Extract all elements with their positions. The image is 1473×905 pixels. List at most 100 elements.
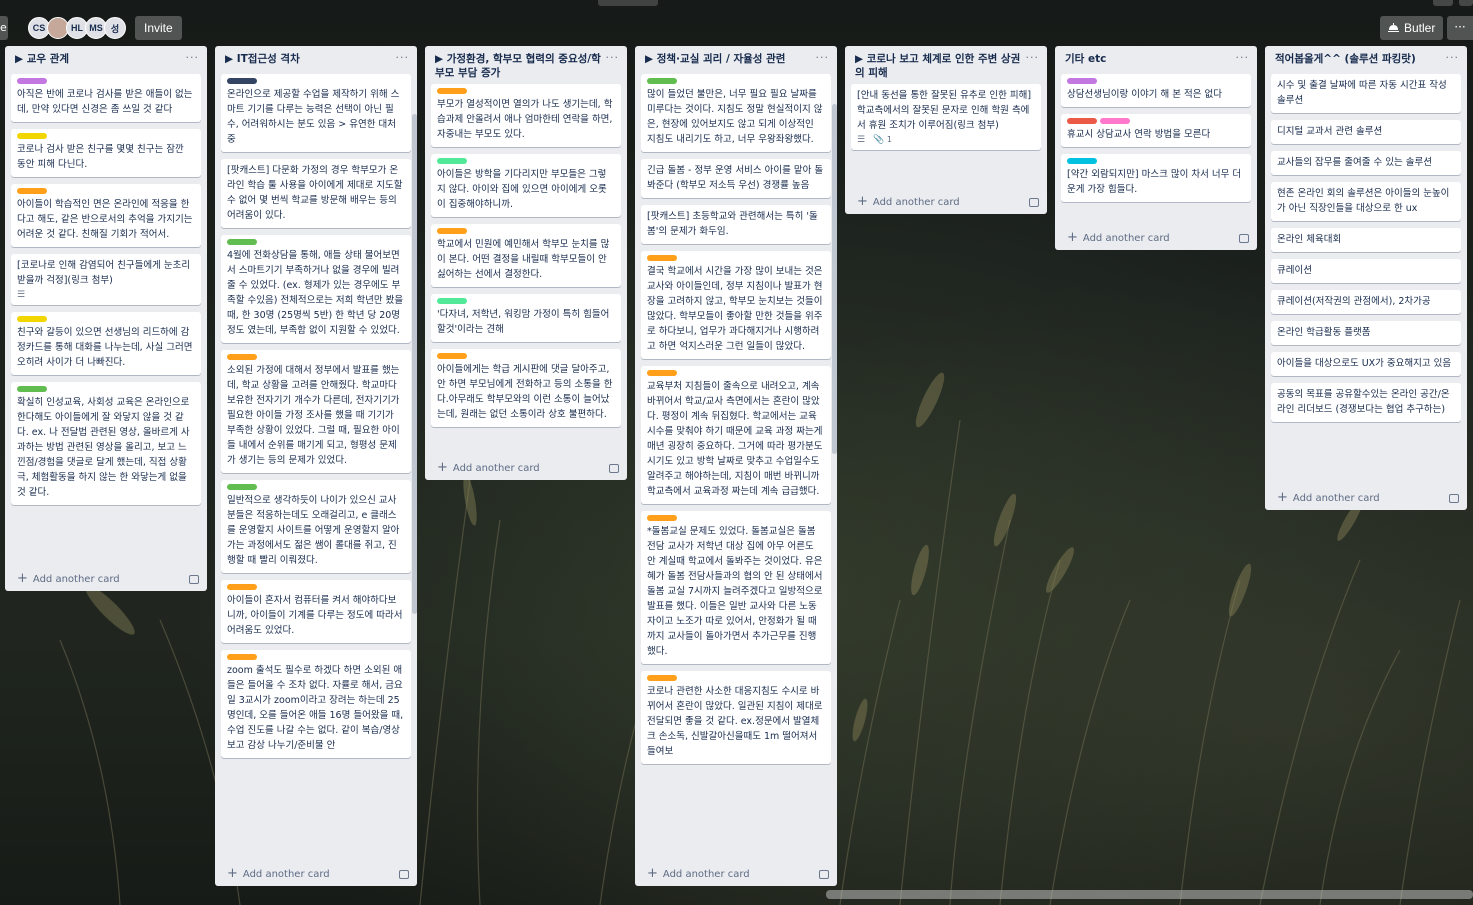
card-template-icon[interactable] (189, 574, 199, 584)
label-green[interactable] (227, 484, 257, 490)
card[interactable]: 코로나 관련한 사소한 대응지침도 수시로 바뀌어서 혼란이 많았다. 일관된 … (641, 671, 831, 764)
card-template-icon[interactable] (399, 869, 409, 879)
notification-stub[interactable] (1433, 0, 1453, 6)
card[interactable]: 코로나 검사 받은 친구를 몇몇 친구는 잠깐 동안 피해 다닌다. (11, 129, 201, 177)
label-orange[interactable] (227, 654, 257, 660)
card[interactable]: 큐레이션 (1271, 259, 1461, 283)
list-menu-icon[interactable]: ··· (816, 52, 830, 64)
butler-button[interactable]: Butler (1380, 16, 1444, 40)
card[interactable]: 아이들이 학습적인 면은 온라인에 적응을 한다고 해도, 같은 반으로서의 추… (11, 184, 201, 247)
card-template-icon[interactable] (1449, 493, 1459, 503)
add-card-button[interactable]: + Add another card (1067, 231, 1170, 244)
card[interactable]: 확실히 인성교육, 사회성 교육은 온라인으로 한다해도 아이들에게 잘 와닿지… (11, 382, 201, 505)
add-card-button[interactable]: + Add another card (17, 572, 120, 585)
label-navy[interactable] (227, 78, 257, 84)
list-menu-icon[interactable]: ··· (396, 52, 410, 64)
card[interactable]: [약간 외람되지만] 마스크 많이 차서 너무 더운게 가장 힘들다. (1061, 154, 1251, 202)
label-green[interactable] (17, 386, 47, 392)
label-orange[interactable] (647, 515, 677, 521)
card[interactable]: 부모가 열성적이면 열의가 나도 생기는데, 학습과제 안올려서 애나 엄마한테… (431, 84, 621, 147)
list[interactable]: 적어봅올게^^ (솔루션 파킹랏) ··· 시수 및 출결 날짜에 따른 자동 시간… (1265, 46, 1467, 510)
list-header[interactable]: ▶ 정책·교실 괴리 / 자율성 관련 ··· (635, 46, 837, 74)
add-card-button[interactable]: + Add another card (227, 867, 330, 880)
card[interactable]: 디지털 교과서 관련 솔루션 (1271, 120, 1461, 144)
card[interactable]: 소외된 가정에 대해서 정부에서 발표를 했는데, 학교 상황을 고려를 안해줬… (221, 350, 411, 473)
label-mint[interactable] (437, 158, 467, 164)
label-mint[interactable] (437, 298, 467, 304)
list-title[interactable]: 기타 etc (1065, 52, 1236, 66)
list-header[interactable]: ▶ 코로나 보고 체계로 인한 주변 상권의 피해 ··· (845, 46, 1047, 84)
card[interactable]: '다자녀, 저학년, 워킹맘 가정이 특히 힘들어할것'이라는 견해 (431, 294, 621, 342)
horizontal-scrollbar[interactable] (826, 890, 1473, 899)
add-card-button[interactable]: + Add another card (437, 461, 540, 474)
list-menu-icon[interactable]: ··· (1446, 52, 1460, 64)
label-orange[interactable] (647, 255, 677, 261)
card-template-icon[interactable] (1239, 233, 1249, 243)
list-header[interactable]: ▶ 교우 관계 ··· (5, 46, 207, 74)
label-yellow[interactable] (17, 316, 47, 322)
list-menu-icon[interactable]: ··· (1026, 52, 1040, 64)
card[interactable]: 친구와 갈등이 있으면 선생님의 리드하에 감정카드를 통해 대화를 나누는데,… (11, 312, 201, 375)
card[interactable]: [팟캐스트] 다문화 가정의 경우 학부모가 온라인 학습 툴 사용을 아이에게… (221, 159, 411, 228)
list-menu-icon[interactable]: ··· (1236, 52, 1250, 64)
label-green[interactable] (227, 239, 257, 245)
card[interactable]: 많이 들었던 불만은, 너무 필요 필요 날짜를 미루다는 것이다. 지침도 정… (641, 74, 831, 152)
label-orange[interactable] (437, 88, 467, 94)
card[interactable]: 시수 및 출결 날짜에 따른 자동 시간표 작성 솔루션 (1271, 74, 1461, 113)
card-template-icon[interactable] (1029, 197, 1039, 207)
card[interactable]: 아이들은 방학을 기다리지만 부모들은 그렇지 않다. 아이와 집에 있으면 아… (431, 154, 621, 217)
card[interactable]: 큐레이션(저작권의 관점에서), 2차가공 (1271, 290, 1461, 314)
label-orange[interactable] (647, 370, 677, 376)
card[interactable]: 온라인 학급활동 플랫폼 (1271, 321, 1461, 345)
label-green[interactable] (647, 78, 677, 84)
list-scrollbar[interactable] (412, 114, 417, 614)
card[interactable]: 휴교시 상담교사 연락 방법을 모른다 (1061, 114, 1251, 147)
label-orange[interactable] (227, 354, 257, 360)
list-title[interactable]: ▶ 교우 관계 (15, 52, 186, 66)
label-pink[interactable] (1100, 118, 1130, 124)
list[interactable]: ▶ IT접근성 격차 ··· 온라인으로 제공할 수업을 제작하기 위해 스마트 기… (215, 46, 417, 886)
list[interactable]: ▶ 코로나 보고 체계로 인한 주변 상권의 피해 ··· [안내 동선을 통한 잘… (845, 46, 1047, 214)
label-purple[interactable] (17, 78, 47, 84)
list-title[interactable]: ▶ 정책·교실 괴리 / 자율성 관련 (645, 52, 816, 66)
list-header[interactable]: ▶ IT접근성 격차 ··· (215, 46, 417, 74)
list-title[interactable]: ▶ 가정환경, 학부모 협력의 중요성/학부모 부담 증가 (435, 52, 606, 80)
label-orange[interactable] (647, 675, 677, 681)
card[interactable]: *돌봄교실 문제도 있었다. 돌봄교실은 돌봄 전담 교사가 저학년 대상 집에… (641, 511, 831, 664)
card[interactable]: 아이들을 대상으로도 UX가 중요해지고 있음 (1271, 352, 1461, 376)
list-header[interactable]: ▶ 가정환경, 학부모 협력의 중요성/학부모 부담 증가 ··· (425, 46, 627, 84)
label-orange[interactable] (437, 228, 467, 234)
list-header[interactable]: 적어봅올게^^ (솔루션 파킹랏) ··· (1265, 46, 1467, 74)
board-title[interactable] (598, 0, 658, 6)
card[interactable]: 일반적으로 생각하듯이 나이가 있으신 교사 분들은 적응하는데도 오래걸리고,… (221, 480, 411, 573)
invite-button[interactable]: Invite (135, 16, 182, 40)
label-purple[interactable] (1067, 78, 1097, 84)
card[interactable]: [안내 동선을 통한 잘못된 유추로 인한 피해] 학교측에서의 잘못된 문자로… (851, 84, 1041, 150)
card[interactable]: 결국 학교에서 시간을 가장 많이 보내는 것은 교사와 아이들인데, 정부 지… (641, 251, 831, 359)
list-title[interactable]: ▶ 코로나 보고 체계로 인한 주변 상권의 피해 (855, 52, 1026, 80)
card[interactable]: 온라인으로 제공할 수업을 제작하기 위해 스마트 기기를 다루는 능력은 선택… (221, 74, 411, 152)
list[interactable]: ▶ 교우 관계 ··· 아직은 반에 코로나 검사를 받은 애들이 없는데, 만약 … (5, 46, 207, 591)
label-red[interactable] (1067, 118, 1097, 124)
avatar[interactable]: 성 (104, 17, 126, 39)
label-orange[interactable] (227, 584, 257, 590)
list-menu-icon[interactable]: ··· (606, 52, 620, 64)
card[interactable]: zoom 출석도 필수로 하겠다 하면 소외된 애들은 들어올 수 조차 없다.… (221, 650, 411, 758)
list-title[interactable]: ▶ IT접근성 격차 (225, 52, 396, 66)
list-title[interactable]: 적어봅올게^^ (솔루션 파킹랏) (1275, 52, 1446, 66)
label-sky[interactable] (1067, 158, 1097, 164)
label-orange[interactable] (17, 188, 47, 194)
add-card-button[interactable]: + Add another card (857, 195, 960, 208)
card[interactable]: 현존 온라인 회의 솔루션은 아이들의 눈높이가 아닌 직장인들을 대상으로 한… (1271, 182, 1461, 221)
card[interactable]: [코로나로 인해 감염되어 친구들에게 눈초리 받을까 걱정](링크 첨부) ☰ (11, 254, 201, 305)
card-template-icon[interactable] (609, 463, 619, 473)
card-template-icon[interactable] (819, 869, 829, 879)
label-orange[interactable] (437, 353, 467, 359)
card[interactable]: 아이들이 혼자서 컴퓨터를 켜서 해야하다보니까, 아이들이 기계를 다루는 정… (221, 580, 411, 643)
card[interactable]: 교육부처 지침들이 줄속으로 내려오고, 계속 바뀌어서 학교/교사 측면에서는… (641, 366, 831, 504)
card[interactable]: 4월에 전화상담을 통해, 애들 상태 물어보면서 스마트기기 부족하거나 없을… (221, 235, 411, 343)
list-scrollbar[interactable] (832, 104, 837, 454)
card[interactable]: 공동의 목표를 공유할수있는 온라인 공간/온라인 리더보드 (경쟁보다는 협업… (1271, 383, 1461, 422)
list-header[interactable]: 기타 etc ··· (1055, 46, 1257, 74)
board-menu-stub[interactable]: e (0, 16, 8, 40)
